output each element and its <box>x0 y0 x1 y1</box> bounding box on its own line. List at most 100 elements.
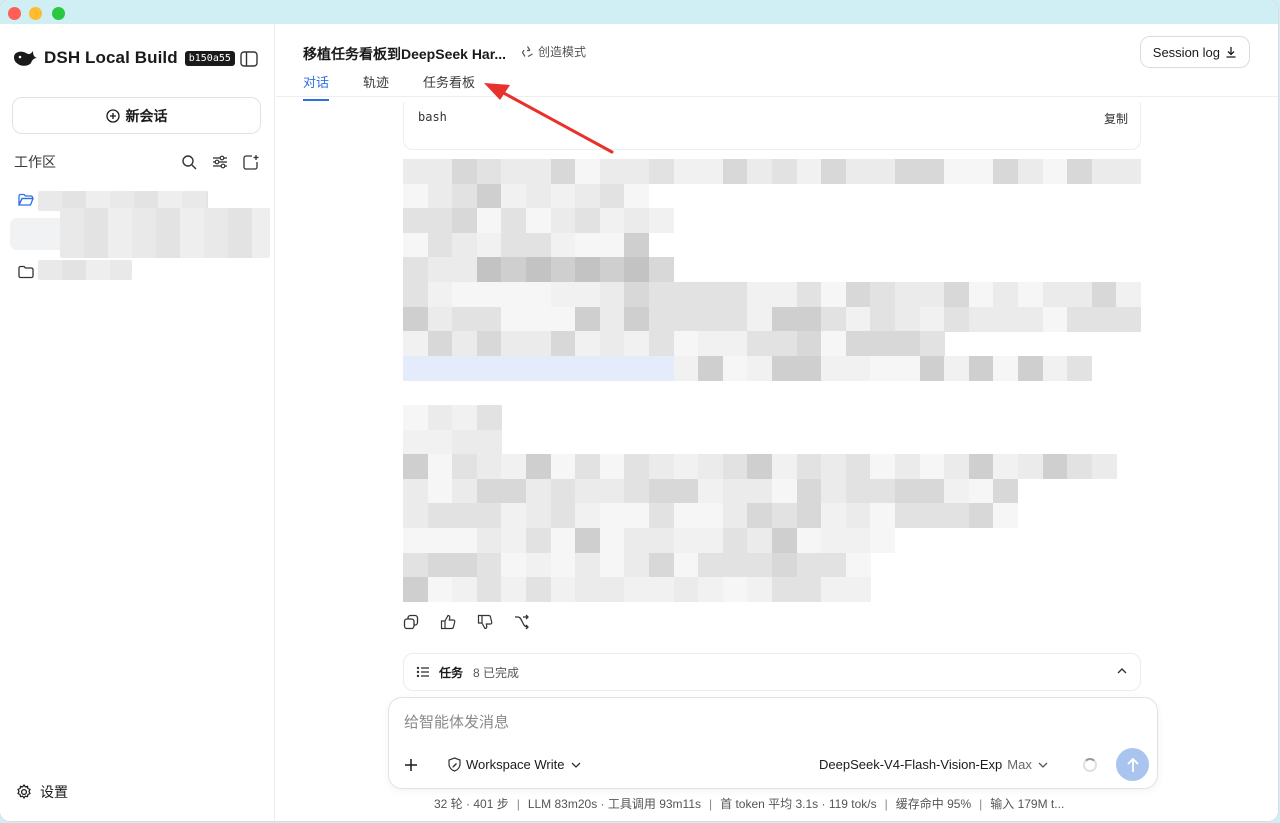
redacted-pixel <box>427 232 453 258</box>
redacted-pixel <box>673 528 699 553</box>
redacted-pixel <box>1067 282 1093 307</box>
redacted-pixel <box>476 478 502 504</box>
redacted-pixel <box>501 183 527 209</box>
redacted-pixel <box>796 159 822 184</box>
redacted-pixel <box>526 528 551 553</box>
add-attachment-icon[interactable] <box>403 757 419 773</box>
redacted-pixel <box>476 208 502 234</box>
redacted-pixel <box>649 331 674 357</box>
redacted-pixel <box>747 355 773 381</box>
redacted-pixel <box>796 355 822 381</box>
redacted-pixel <box>1091 159 1117 184</box>
redacted-pixel <box>599 159 625 184</box>
redacted-pixel <box>968 355 994 381</box>
redacted-pixel <box>501 454 527 480</box>
mode-indicator[interactable]: 创造模式 <box>521 43 586 60</box>
redacted-pixel <box>870 331 896 357</box>
send-button[interactable] <box>1116 748 1149 781</box>
redacted-pixel <box>1018 282 1043 307</box>
redacted-pixel <box>1042 355 1068 381</box>
redacted-pixel <box>599 208 625 234</box>
redacted-pixel <box>624 454 650 480</box>
redacted-pixel <box>944 355 970 381</box>
redacted-pixel <box>772 503 797 529</box>
redacted-pixel <box>845 159 871 184</box>
redacted-pixel <box>452 429 478 455</box>
redacted-pixel <box>550 552 576 578</box>
redacted-pixel <box>501 232 527 258</box>
redacted-pixel <box>575 183 601 209</box>
chevron-up-icon[interactable] <box>1116 665 1128 677</box>
redacted-session-name <box>60 208 270 258</box>
permission-selector[interactable]: Workspace Write <box>447 757 586 772</box>
copy-code-button[interactable]: 复制 <box>1104 110 1128 127</box>
redacted-pixel <box>427 528 453 553</box>
close-window-button[interactable] <box>8 7 21 20</box>
thumbs-up-icon[interactable] <box>439 613 457 631</box>
sidebar-toggle-icon[interactable] <box>240 51 258 67</box>
redacted-pixel <box>919 355 945 381</box>
redacted-pixel <box>575 454 601 480</box>
redacted-pixel <box>796 503 822 529</box>
redacted-pixel <box>476 159 502 184</box>
redacted-pixel <box>845 306 871 332</box>
redacted-pixel <box>624 257 650 283</box>
redacted-pixel <box>526 454 551 480</box>
redacted-pixel <box>870 528 896 553</box>
redacted-pixel <box>747 159 773 184</box>
folder-icon <box>18 265 34 279</box>
copy-icon[interactable] <box>402 613 420 631</box>
message-input[interactable] <box>404 714 1124 731</box>
new-chat-button[interactable]: 新会话 <box>12 97 261 134</box>
model-selector[interactable]: DeepSeek-V4-Flash-Vision-Exp Max <box>819 757 1049 772</box>
branch-icon[interactable] <box>513 613 531 631</box>
chevron-down-icon <box>1038 762 1048 768</box>
redacted-pixel <box>403 208 428 234</box>
redacted-pixel <box>722 355 748 381</box>
redacted-pixel <box>575 257 601 283</box>
redacted-pixel <box>575 503 601 529</box>
settings-button[interactable]: 设置 <box>16 782 68 802</box>
permission-label: Workspace Write <box>466 757 565 772</box>
filter-icon[interactable] <box>211 153 229 171</box>
redacted-pixel <box>673 355 699 381</box>
workspace-title: 工作区 <box>14 154 56 170</box>
redacted-pixel <box>550 478 576 504</box>
redacted-pixel <box>673 503 699 529</box>
redacted-pixel <box>403 577 428 603</box>
redacted-pixel <box>526 355 551 381</box>
redacted-pixel <box>993 159 1019 184</box>
redacted-pixel <box>747 282 773 307</box>
redacted-pixel <box>599 183 625 209</box>
new-folder-icon[interactable] <box>242 153 260 171</box>
redacted-pixel <box>1042 159 1068 184</box>
redacted-pixel <box>526 552 551 578</box>
redacted-pixel <box>993 454 1019 480</box>
search-icon[interactable] <box>180 153 198 171</box>
message-actions <box>402 613 550 631</box>
code-language: bash <box>418 110 447 124</box>
redacted-pixel <box>476 429 502 455</box>
thumbs-down-icon[interactable] <box>476 613 494 631</box>
redacted-pixel <box>403 257 428 283</box>
redacted-pixel <box>550 232 576 258</box>
redacted-pixel <box>1116 159 1142 184</box>
session-log-button[interactable]: Session log <box>1139 36 1250 68</box>
redacted-pixel <box>624 355 650 381</box>
redacted-pixel <box>698 159 724 184</box>
redacted-pixel <box>993 306 1019 332</box>
redacted-pixel <box>452 503 478 529</box>
redacted-pixel <box>403 405 428 430</box>
tasks-panel[interactable]: 任务 8 已完成 <box>403 653 1141 691</box>
redacted-pixel <box>673 306 699 332</box>
redacted-pixel <box>722 331 748 357</box>
redacted-pixel <box>968 454 994 480</box>
redacted-pixel <box>476 552 502 578</box>
minimize-window-button[interactable] <box>29 7 42 20</box>
maximize-window-button[interactable] <box>52 7 65 20</box>
redacted-pixel <box>919 454 945 480</box>
redacted-pixel <box>698 478 724 504</box>
redacted-pixel <box>821 528 847 553</box>
redacted-pixel <box>870 306 896 332</box>
redacted-pixel <box>845 282 871 307</box>
